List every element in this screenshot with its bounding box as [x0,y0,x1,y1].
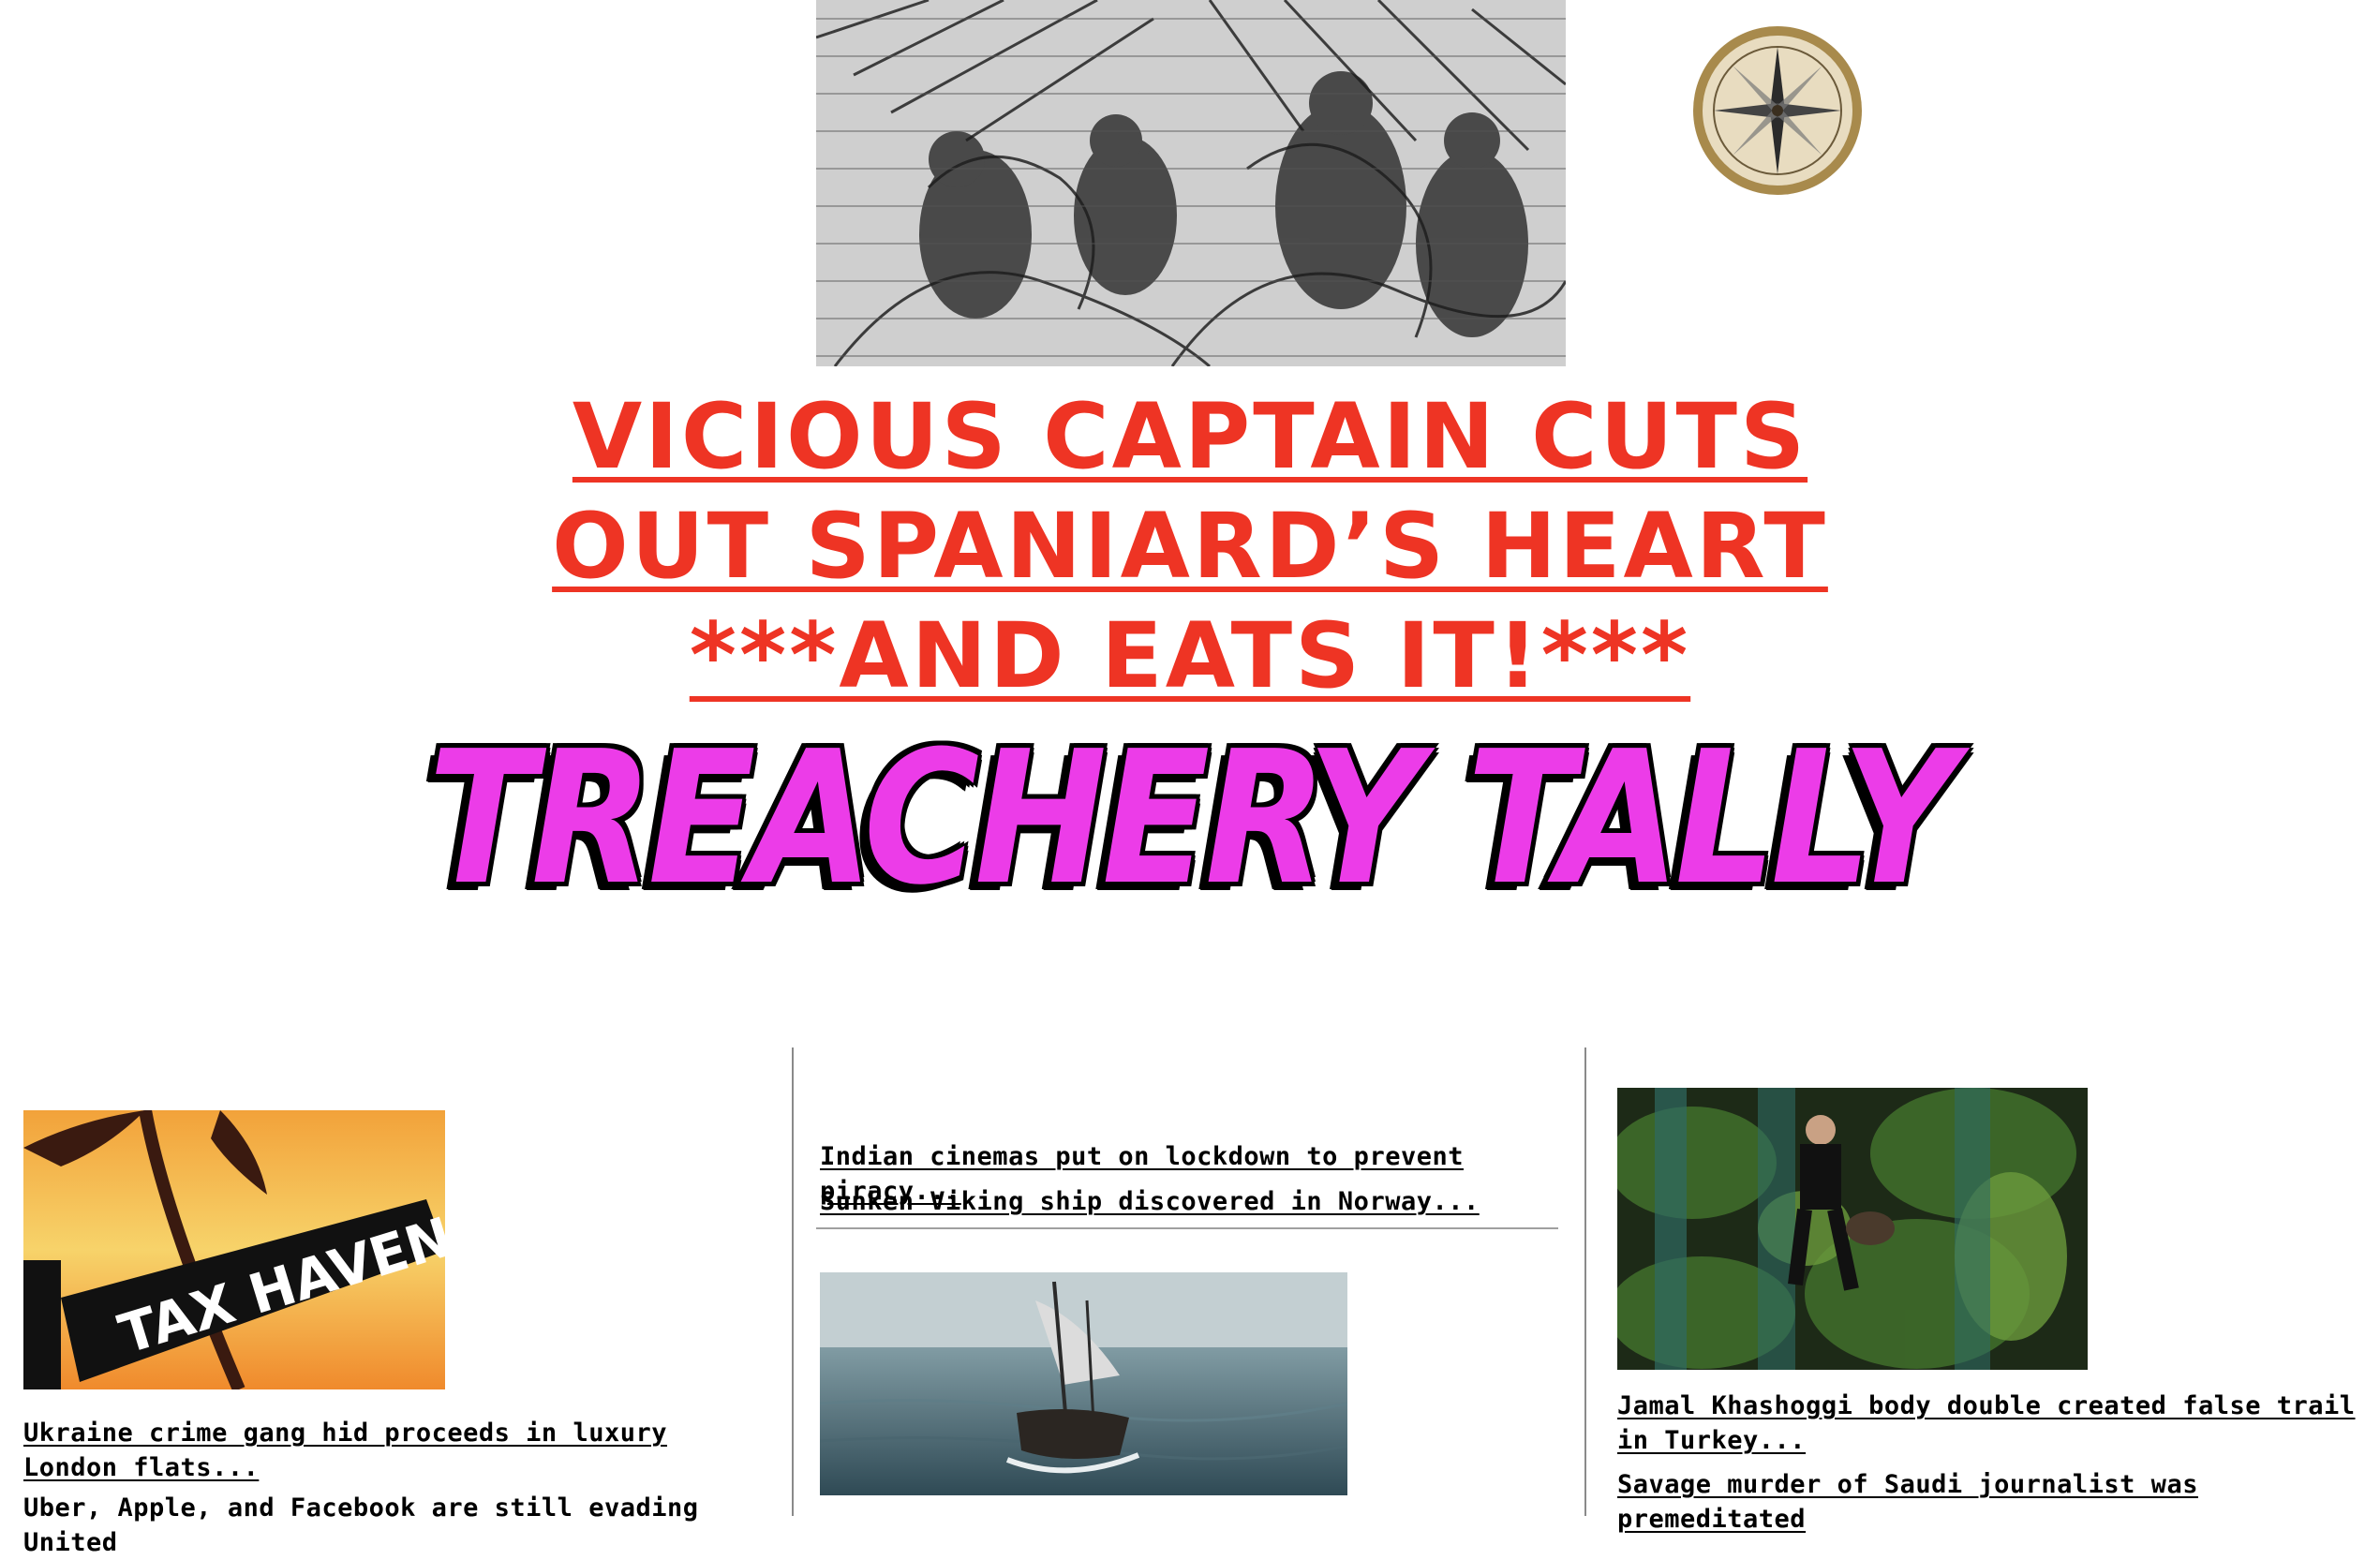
column-divider-right [1584,1047,1586,1516]
compass-icon [1690,23,1865,198]
story-link-uber-apple-facebook[interactable]: Uber, Apple, and Facebook are still evad… [23,1491,764,1560]
story-link-ukraine[interactable]: Ukraine crime gang hid proceeds in luxur… [23,1416,764,1485]
center-column-rule [816,1227,1558,1229]
tax-haven-image[interactable]: TAX HAVEN [23,1110,445,1389]
column-divider-left [792,1047,794,1516]
forest-search-image[interactable] [1617,1088,2088,1370]
headline-line-3[interactable]: ***AND EATS IT!*** [0,602,2380,711]
story-link-viking-ship[interactable]: Sunken Viking ship discovered in Norway.… [820,1184,1560,1219]
masthead-title: TREACHERY TALLY [428,712,1956,926]
story-link-saudi-journalist-murder[interactable]: Savage murder of Saudi journalist was pr… [1617,1467,2367,1537]
main-headline[interactable]: VICIOUS CAPTAIN CUTS OUT SPANIARD’S HEAR… [0,382,2380,711]
headline-line-1[interactable]: VICIOUS CAPTAIN CUTS [0,382,2380,492]
story-link-khashoggi-body-double[interactable]: Jamal Khashoggi body double created fals… [1617,1389,2367,1458]
headline-line-2[interactable]: OUT SPANIARD’S HEART [0,492,2380,602]
sailing-ship-image[interactable] [820,1272,1347,1495]
pirate-battle-engraving-image [816,0,1566,366]
